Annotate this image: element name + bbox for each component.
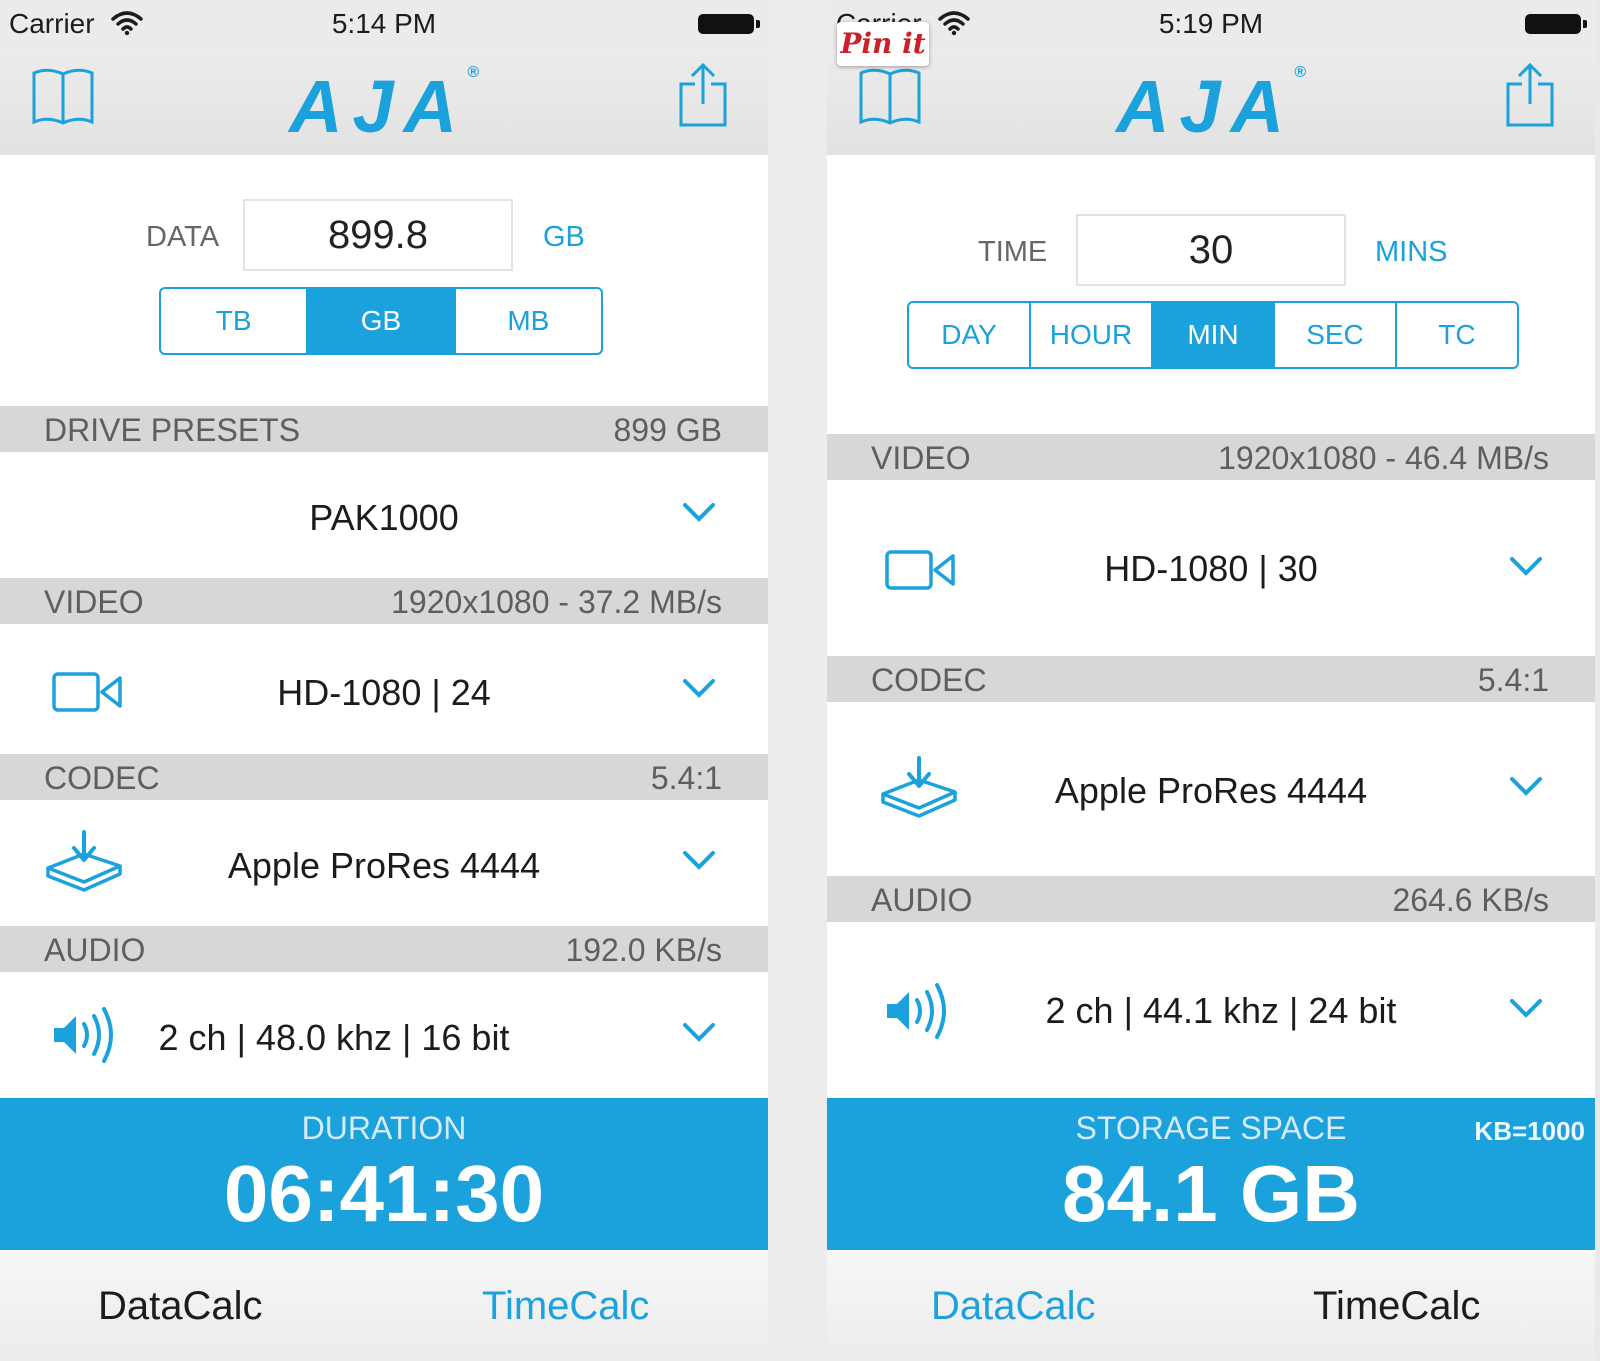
nav-bar: AJA® — [827, 50, 1595, 155]
phone-timecalc: Carrier 5:19 PM AJA® Pin it TIME 30 MINS… — [827, 0, 1595, 1361]
section-header-audio: AUDIO 192.0 KB/s — [0, 926, 768, 972]
section-title: CODEC — [871, 662, 987, 698]
kb-note: KB=1000 — [1474, 1116, 1585, 1146]
share-icon[interactable] — [678, 62, 728, 128]
audio-format-value: 2 ch | 44.1 khz | 24 bit — [1045, 990, 1397, 1031]
audio-format-row[interactable]: 2 ch | 44.1 khz | 24 bit — [827, 922, 1595, 1098]
result-value: 06:41:30 — [223, 1149, 545, 1238]
chevron-down-icon[interactable] — [682, 678, 716, 700]
data-input[interactable]: 899.8 — [243, 199, 513, 271]
chevron-down-icon[interactable] — [1509, 998, 1543, 1020]
data-label: DATA — [146, 221, 220, 253]
status-bar: Carrier 5:14 PM — [0, 0, 768, 50]
phone-datacalc: Carrier 5:14 PM AJA® DATA 899.8 GB TB GB… — [0, 0, 768, 1361]
unit-gb-button[interactable]: GB — [306, 289, 454, 353]
battery-icon — [1525, 14, 1587, 34]
tab-datacalc[interactable]: DataCalc — [98, 1284, 263, 1329]
video-format-row[interactable]: HD-1080 | 30 — [827, 480, 1595, 656]
unit-sec-button[interactable]: SEC — [1273, 303, 1395, 367]
section-header-video: VIDEO 1920x1080 - 37.2 MB/s — [0, 578, 768, 624]
section-header-audio: AUDIO 264.6 KB/s — [827, 876, 1595, 922]
tab-timecalc[interactable]: TimeCalc — [482, 1284, 649, 1329]
status-time: 5:14 PM — [331, 8, 437, 39]
unit-tc-button[interactable]: TC — [1395, 303, 1517, 367]
aja-logo: AJA® — [289, 64, 479, 148]
tab-timecalc[interactable]: TimeCalc — [1313, 1284, 1480, 1329]
unit-min-button[interactable]: MIN — [1151, 303, 1273, 367]
section-header-drive-presets: DRIVE PRESETS 899 GB — [0, 406, 768, 452]
time-unit-selector: DAY HOUR MIN SEC TC — [907, 301, 1519, 369]
tab-bar: DataCalc TimeCalc — [0, 1252, 768, 1361]
tab-bar: DataCalc TimeCalc — [827, 1252, 1595, 1361]
drive-preset-value: PAK1000 — [309, 497, 459, 538]
chevron-down-icon[interactable] — [682, 850, 716, 872]
section-title: DRIVE PRESETS — [44, 412, 301, 448]
screenshot-gap — [768, 0, 827, 1361]
section-value: 1920x1080 - 37.2 MB/s — [391, 584, 722, 620]
unit-tb-button[interactable]: TB — [161, 289, 306, 353]
pin-it-button[interactable]: Pin it — [837, 22, 929, 66]
section-value: 899 GB — [613, 412, 722, 448]
codec-row[interactable]: Apple ProRes 4444 — [0, 800, 768, 926]
section-title: VIDEO — [871, 440, 971, 476]
codec-value: Apple ProRes 4444 — [1054, 770, 1368, 811]
unit-day-button[interactable]: DAY — [909, 303, 1029, 367]
status-time: 5:19 PM — [1158, 8, 1264, 39]
tab-datacalc[interactable]: DataCalc — [931, 1284, 1096, 1329]
time-label: TIME — [978, 236, 1048, 268]
time-input-row: TIME 30 MINS — [827, 214, 1595, 290]
data-input-row: DATA 899.8 GB — [0, 199, 768, 275]
result-value: 84.1 GB — [1062, 1149, 1360, 1238]
status-bar: Carrier 5:19 PM — [827, 0, 1595, 50]
section-header-codec: CODEC 5.4:1 — [827, 656, 1595, 702]
video-format-value: HD-1080 | 24 — [277, 672, 491, 713]
result-panel: DURATION 06:41:30 — [0, 1098, 768, 1250]
nav-bar: AJA® — [0, 50, 768, 155]
video-format-row[interactable]: HD-1080 | 24 — [0, 624, 768, 754]
battery-icon — [698, 14, 760, 34]
section-header-codec: CODEC 5.4:1 — [0, 754, 768, 800]
section-value: 1920x1080 - 46.4 MB/s — [1218, 440, 1549, 476]
chevron-down-icon[interactable] — [682, 502, 716, 524]
section-title: AUDIO — [44, 932, 146, 968]
data-unit-label: GB — [543, 221, 585, 253]
drive-preset-row[interactable]: PAK1000 — [0, 452, 768, 578]
section-title: VIDEO — [44, 584, 144, 620]
share-icon[interactable] — [1505, 62, 1555, 128]
aja-logo: AJA® — [1116, 64, 1306, 148]
codec-value: Apple ProRes 4444 — [227, 845, 541, 886]
video-format-value: HD-1080 | 30 — [1104, 548, 1318, 589]
section-value: 264.6 KB/s — [1392, 882, 1549, 918]
section-value: 5.4:1 — [1477, 662, 1549, 698]
unit-hour-button[interactable]: HOUR — [1029, 303, 1151, 367]
time-input[interactable]: 30 — [1076, 214, 1346, 286]
section-title: AUDIO — [871, 882, 973, 918]
audio-format-value: 2 ch | 48.0 khz | 16 bit — [158, 1017, 510, 1058]
result-label: DURATION — [301, 1110, 467, 1146]
chevron-down-icon[interactable] — [1509, 776, 1543, 798]
codec-row[interactable]: Apple ProRes 4444 — [827, 702, 1595, 876]
audio-format-row[interactable]: 2 ch | 48.0 khz | 16 bit — [0, 972, 768, 1098]
chevron-down-icon[interactable] — [682, 1022, 716, 1044]
time-unit-label: MINS — [1375, 236, 1448, 268]
result-panel: STORAGE SPACE KB=1000 84.1 GB — [827, 1098, 1595, 1250]
unit-mb-button[interactable]: MB — [453, 289, 601, 353]
data-unit-selector: TB GB MB — [159, 287, 603, 355]
chevron-down-icon[interactable] — [1509, 556, 1543, 578]
section-header-video: VIDEO 1920x1080 - 46.4 MB/s — [827, 434, 1595, 480]
section-value: 5.4:1 — [650, 760, 722, 796]
section-value: 192.0 KB/s — [565, 932, 722, 968]
section-title: CODEC — [44, 760, 160, 796]
